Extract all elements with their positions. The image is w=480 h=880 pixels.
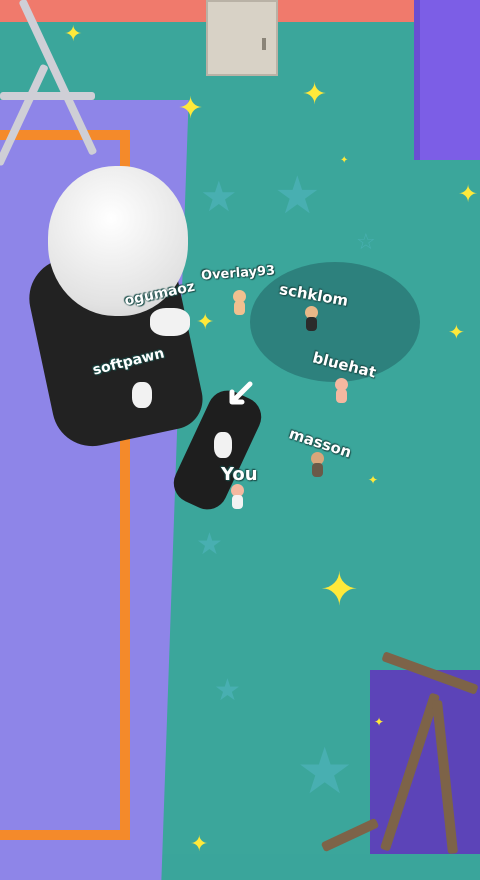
- game-scene[interactable]: ✦ ✦ ✦ ✦ ✦ ✦ ✦ ✦ ✦ ✦ ✦ ★ ★ ☆ ★ ★ ★ Overla: [0, 0, 480, 880]
- star-icon: ✦: [178, 91, 204, 126]
- pointer-arrow-icon: [229, 381, 253, 405]
- giant-hand: [214, 432, 232, 458]
- player-you: [228, 484, 246, 510]
- giant-hand: [132, 382, 152, 408]
- star-icon: ★: [196, 527, 223, 562]
- star-icon: ★: [274, 166, 321, 226]
- player-masson: [308, 452, 326, 478]
- player-bluehat: [332, 378, 350, 404]
- player-overlay93: [230, 290, 248, 316]
- lamp-stand-foot: [0, 92, 95, 100]
- star-icon: ✦: [458, 180, 479, 208]
- star-icon: ☆: [356, 230, 376, 255]
- star-icon: ★: [296, 735, 354, 809]
- purple-cabinet: [414, 0, 480, 160]
- giant-hand: [150, 308, 190, 336]
- star-icon: ✦: [302, 77, 328, 112]
- star-icon: ✦: [320, 562, 359, 616]
- star-icon: ✦: [340, 155, 349, 166]
- star-icon: ✦: [368, 473, 379, 487]
- star-icon: ✦: [374, 715, 385, 729]
- nametag-you: You: [221, 464, 258, 485]
- star-icon: ✦: [190, 832, 209, 857]
- star-icon: ✦: [448, 320, 465, 344]
- star-icon: ✦: [64, 22, 83, 47]
- player-schklom: [302, 306, 320, 332]
- door: [206, 0, 278, 76]
- star-icon: ★: [214, 673, 241, 708]
- door-handle: [262, 38, 266, 50]
